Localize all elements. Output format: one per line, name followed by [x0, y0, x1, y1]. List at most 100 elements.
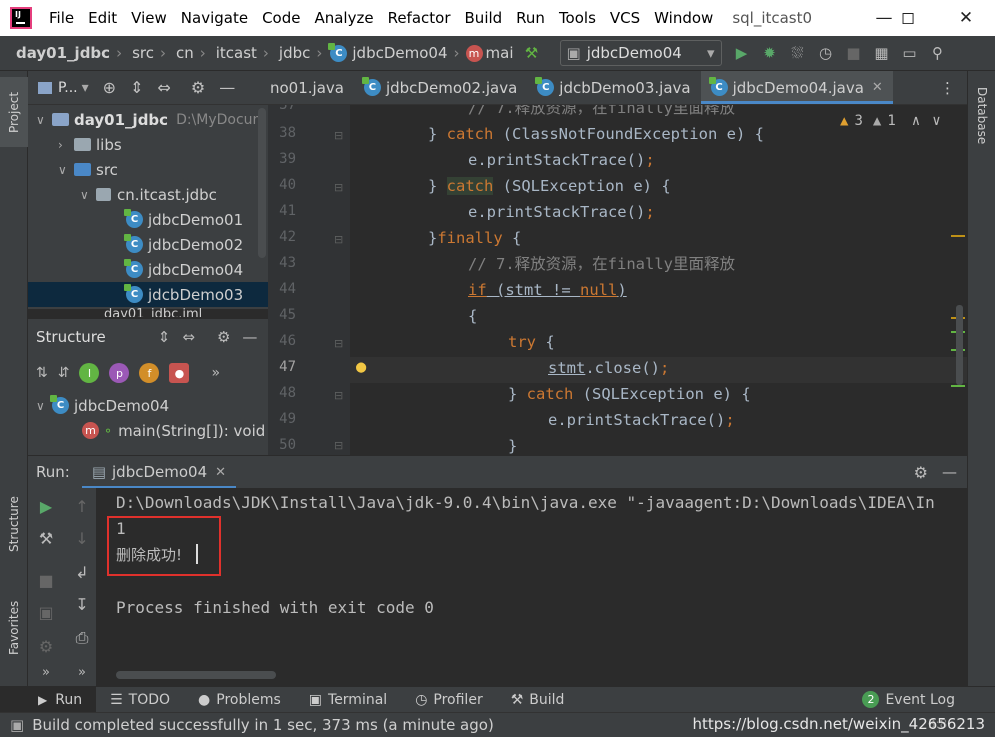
more-icon[interactable]: »: [34, 660, 58, 684]
arrow-down-icon[interactable]: ↓: [70, 526, 94, 550]
inherited-icon[interactable]: I: [79, 363, 100, 383]
structure-tool-tab[interactable]: Structure: [0, 479, 28, 569]
breadcrumb-jdbc[interactable]: jdbc: [271, 44, 314, 62]
tool-window-profiler[interactable]: ◷ Profiler: [401, 687, 497, 713]
tree-item-class-selected[interactable]: C jdcbDemo03: [28, 282, 268, 307]
breadcrumb-src[interactable]: src: [124, 44, 158, 62]
scroll-to-end-icon[interactable]: ↧: [70, 592, 94, 616]
editor-tab-active[interactable]: C jdbcDemo04.java ✕: [700, 71, 894, 104]
tree-item-libs[interactable]: › libs: [58, 132, 122, 157]
locate-icon[interactable]: ⊕: [103, 78, 116, 97]
change-marker[interactable]: [951, 385, 965, 387]
expand-all-icon[interactable]: ⇕: [130, 78, 143, 97]
gear-icon[interactable]: ⚙: [914, 463, 928, 482]
more-icon[interactable]: »: [70, 660, 94, 684]
arrow-up-icon[interactable]: ↑: [70, 494, 94, 518]
tree-item-package[interactable]: ∨ cn.itcast.jdbc: [80, 182, 217, 207]
menu-run[interactable]: Run: [509, 9, 552, 27]
non-public-icon[interactable]: ●: [169, 363, 190, 383]
fields-icon[interactable]: f: [139, 363, 160, 383]
fold-icon[interactable]: ⊟: [334, 439, 343, 452]
project-tool-tab[interactable]: Project: [0, 77, 28, 147]
breadcrumb-project[interactable]: day01_jdbc: [0, 44, 114, 62]
collapse-all-icon[interactable]: ⇔: [182, 328, 195, 346]
menu-window[interactable]: Window: [647, 9, 720, 27]
fold-icon[interactable]: ⊟: [334, 129, 343, 142]
breadcrumb-cn[interactable]: cn: [168, 44, 198, 62]
menu-code[interactable]: Code: [255, 9, 307, 27]
tree-item-class[interactable]: C jdbcDemo02: [124, 232, 243, 257]
close-tab-icon[interactable]: ✕: [872, 80, 883, 95]
tree-item-project-root[interactable]: ∨ day01_jdbc D:\MyDocum: [36, 107, 266, 132]
expand-all-icon[interactable]: ⇕: [158, 328, 171, 346]
presentation-icon[interactable]: ▭: [896, 39, 924, 67]
structure-item-method[interactable]: m ⚬ main(String[]): void: [82, 418, 265, 443]
menu-edit[interactable]: Edit: [81, 9, 124, 27]
chevron-down-icon[interactable]: ∨: [932, 113, 940, 129]
run-configuration-select[interactable]: ▣ jdbcDemo04 ▾: [559, 40, 722, 66]
favorites-tool-tab[interactable]: Favorites: [0, 583, 28, 673]
event-log[interactable]: 2 Event Log: [848, 687, 995, 713]
tool-window-terminal[interactable]: ▣ Terminal: [295, 687, 401, 713]
chevron-up-icon[interactable]: ∧: [912, 113, 920, 129]
print-icon[interactable]: ⎙: [70, 626, 94, 650]
build-hammer-icon[interactable]: ⚒: [518, 39, 546, 67]
warning-marker[interactable]: [951, 235, 965, 237]
more-icon[interactable]: »: [211, 365, 220, 381]
maximize-button[interactable]: ◻: [886, 0, 930, 36]
hide-icon[interactable]: —: [942, 463, 957, 481]
fold-icon[interactable]: ⊟: [334, 337, 343, 350]
tool-window-todo[interactable]: ☰ TODO: [96, 687, 184, 713]
run-icon[interactable]: ▶: [728, 39, 756, 67]
editor-tab[interactable]: C jdbcDemo02.java: [354, 71, 527, 104]
tool-window-build[interactable]: ⚒ Build: [497, 687, 579, 713]
menu-navigate[interactable]: Navigate: [174, 9, 255, 27]
project-scrollbar[interactable]: [258, 108, 266, 258]
database-tool-tab[interactable]: Database: [968, 87, 995, 144]
menu-file[interactable]: File: [42, 9, 81, 27]
debug-icon[interactable]: ✹: [756, 39, 784, 67]
project-view-select[interactable]: P...: [58, 80, 78, 96]
console-scrollbar[interactable]: [116, 671, 276, 679]
status-panel-icon[interactable]: ▣: [10, 716, 24, 734]
menu-refactor[interactable]: Refactor: [381, 9, 458, 27]
hide-icon[interactable]: —: [242, 328, 257, 346]
breadcrumb-class[interactable]: jdbcDemo04: [352, 44, 451, 62]
close-window-button[interactable]: ✕: [944, 0, 988, 36]
profile-icon[interactable]: ◷: [812, 39, 840, 67]
project-structure-icon[interactable]: ▦: [868, 39, 896, 67]
structure-item-class[interactable]: ∨ C jdbcDemo04: [36, 393, 169, 418]
breadcrumb-method[interactable]: mai: [483, 44, 518, 62]
tool-window-run[interactable]: ▶ Run: [0, 686, 97, 713]
tree-item-src[interactable]: ∨ src: [58, 157, 118, 182]
stop-icon[interactable]: ■: [34, 568, 58, 592]
run-console[interactable]: D:\Downloads\JDK\Install\Java\jdk-9.0.4\…: [96, 488, 967, 686]
coverage-icon[interactable]: ⛆: [784, 39, 812, 67]
fold-icon[interactable]: ⊟: [334, 181, 343, 194]
tree-item-class[interactable]: C jdbcDemo01: [124, 207, 243, 232]
menu-build[interactable]: Build: [458, 9, 510, 27]
editor-tab[interactable]: no01.java: [268, 71, 354, 104]
editor-tab[interactable]: C jdcbDemo03.java: [527, 71, 700, 104]
stop-icon[interactable]: ■: [840, 39, 868, 67]
menu-vcs[interactable]: VCS: [603, 9, 647, 27]
menu-view[interactable]: View: [124, 9, 174, 27]
soft-wrap-icon[interactable]: ↲: [70, 560, 94, 584]
properties-icon[interactable]: p: [109, 363, 130, 383]
close-tab-icon[interactable]: ✕: [215, 465, 226, 480]
inspection-widget[interactable]: ▲ 3 ▲ 1 ∧ ∨: [840, 113, 941, 129]
tree-item-class[interactable]: C jdbcDemo04: [124, 257, 243, 282]
tree-item-iml[interactable]: day01_jdbc.iml: [104, 307, 202, 317]
tab-list-icon[interactable]: ⋮: [928, 71, 967, 104]
menu-analyze[interactable]: Analyze: [307, 9, 380, 27]
run-tab[interactable]: ▤ jdbcDemo04 ✕: [81, 456, 237, 489]
rerun-icon[interactable]: ▶: [34, 494, 58, 518]
sort-alpha-icon[interactable]: ⇵: [58, 365, 70, 381]
sort-visibility-icon[interactable]: ⇅: [36, 365, 48, 381]
wrench-icon[interactable]: ⚒: [34, 526, 58, 550]
settings-icon[interactable]: ⚙: [34, 634, 58, 658]
search-icon[interactable]: ⚲: [924, 39, 952, 67]
fold-icon[interactable]: ⊟: [334, 233, 343, 246]
editor-scrollbar[interactable]: [956, 305, 963, 385]
hide-icon[interactable]: —: [219, 78, 235, 97]
